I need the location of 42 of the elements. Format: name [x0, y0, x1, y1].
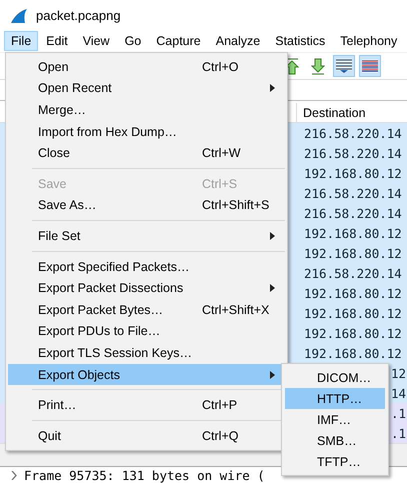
submenu-arrow-icon — [270, 84, 275, 92]
menu-item[interactable]: Merge… — [8, 99, 285, 121]
menu-item[interactable]: Go — [118, 31, 148, 51]
menu-item[interactable]: IMF… — [285, 409, 385, 430]
menu-item[interactable]: Close Ctrl+W — [8, 142, 285, 164]
column-header[interactable]: Destination — [296, 103, 407, 122]
menu-item[interactable]: Edit — [39, 31, 75, 51]
expand-chevron-icon[interactable] — [10, 471, 18, 480]
menu-item[interactable]: Export Packet Dissections — [8, 277, 285, 299]
menu-item[interactable]: Open Ctrl+O — [8, 56, 285, 78]
menu-item[interactable]: Capture — [149, 31, 208, 51]
menu-item[interactable]: Import from Hex Dump… — [8, 120, 285, 142]
menu-item[interactable]: Telephony — [333, 31, 404, 51]
menu-item[interactable]: Export PDUs to File… — [8, 320, 285, 342]
menu-item[interactable]: Export Specified Packets… — [8, 256, 285, 278]
submenu-arrow-icon — [270, 284, 275, 292]
menu-item[interactable]: Statistics — [268, 31, 332, 51]
menu-item[interactable]: Export Packet Bytes… Ctrl+Shift+X — [8, 298, 285, 321]
colorize-icon — [361, 59, 379, 73]
menu-item[interactable]: HTTP… — [285, 388, 385, 409]
menu-item[interactable]: Open Recent — [8, 78, 285, 100]
menu-item[interactable]: Save As… Ctrl+Shift+S — [8, 194, 285, 216]
menu-item[interactable]: File Set — [8, 225, 285, 247]
window-title: packet.pcapng — [36, 8, 121, 22]
menu-item[interactable]: View — [76, 31, 117, 51]
menu-item[interactable]: Print… Ctrl+P — [8, 394, 285, 416]
toolbar-button[interactable] — [359, 55, 381, 77]
submenu-arrow-icon — [270, 370, 275, 379]
submenu-arrow-icon — [270, 232, 275, 240]
down-arrow-icon — [311, 58, 325, 74]
menu-item[interactable]: Quit Ctrl+Q — [8, 424, 285, 446]
menu-item[interactable]: SMB… — [285, 430, 385, 451]
autoscroll-icon — [335, 58, 353, 74]
toolbar-button[interactable] — [333, 55, 355, 77]
menu-item[interactable]: Analyze — [208, 31, 268, 51]
up-arrow-icon — [285, 58, 299, 74]
menu-item[interactable]: DICOM… — [285, 367, 385, 388]
frame-summary: Frame 95735: 131 bytes on wire ( — [24, 468, 265, 483]
shark-fin-icon — [10, 8, 28, 22]
menu-item[interactable]: TFTP… — [285, 451, 385, 472]
menu-item[interactable]: File — [4, 31, 38, 51]
menu-item[interactable]: Export TLS Session Keys… — [8, 342, 285, 364]
